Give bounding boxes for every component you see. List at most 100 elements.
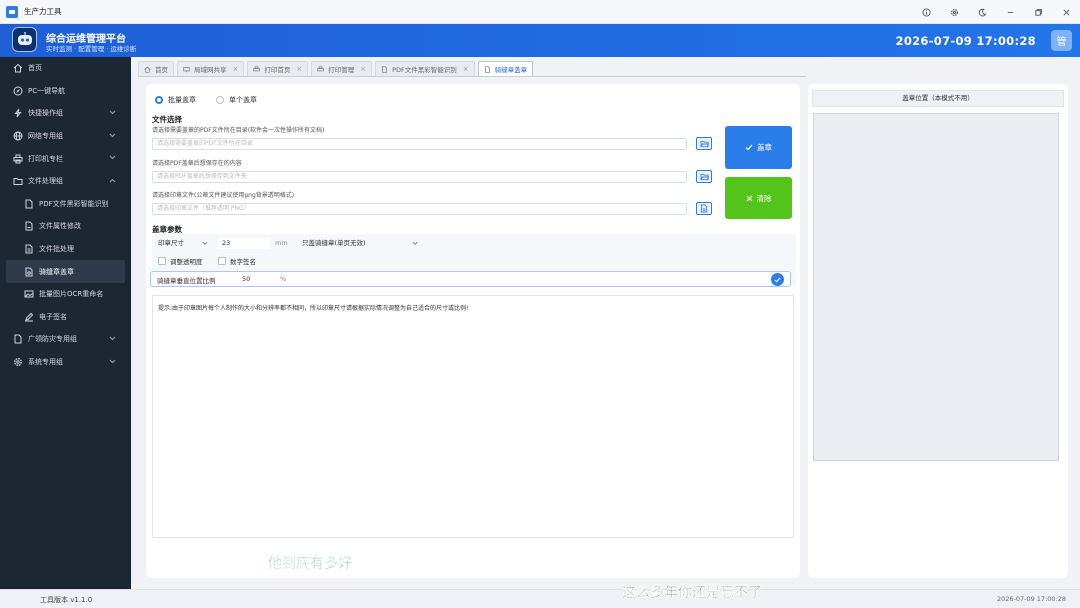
x-icon	[746, 195, 752, 201]
stamp-button[interactable]: 盖章	[725, 126, 792, 169]
stamp-size-select-label: 印章尺寸	[158, 239, 184, 247]
clear-button-label: 清除	[756, 193, 772, 203]
vertical-ratio-row: 骑缝章垂直位置比例 50 %	[150, 271, 791, 287]
sidebar-item-label: 文件属性修改	[39, 222, 81, 231]
globe-icon	[13, 131, 23, 141]
pdf-dir-browse-button[interactable]	[696, 137, 712, 150]
sidebar-item-label: PDF文件黑彩智能识别	[39, 199, 109, 208]
tab-lan-share[interactable]: 局域网共享 ×	[177, 61, 245, 76]
confirm-check-icon[interactable]	[771, 273, 784, 286]
settings-icon[interactable]	[940, 0, 968, 24]
window-title: 生产力工具	[24, 7, 62, 16]
stamp-size-input[interactable]: 23	[218, 238, 270, 249]
sidebar-item-label: 文件处理组	[28, 177, 63, 186]
sidebar-item-printer[interactable]: 打印机专栏	[0, 147, 131, 170]
clear-button[interactable]: 清除	[725, 177, 792, 219]
save-dir-browse-button[interactable]	[696, 170, 712, 183]
close-icon[interactable]: ×	[360, 65, 366, 73]
image-icon	[24, 290, 34, 298]
stamp-file-input[interactable]: 请选择印章文件（推荐透明 PNG）	[152, 203, 687, 215]
printer-icon	[253, 65, 261, 71]
sidebar-item-label: 快捷操作组	[28, 109, 63, 118]
app-header: 综合运维管理平台 实时监测 · 配置管理 · 运维诊断 2026-07-09 1…	[0, 24, 1080, 57]
sidebar-item-system[interactable]: 系统专用组	[0, 351, 131, 374]
tab-print-home[interactable]: 打印首页 ×	[247, 61, 309, 76]
digital-sign-checkbox[interactable]: 数字签名	[218, 256, 256, 266]
sidebar-item-e-signature[interactable]: 电子签名	[0, 306, 131, 329]
tab-bar: 首页 局域网共享 × 打印首页 × 打印管理 × PDF文件黑彩智能识别 × 骑…	[138, 61, 536, 77]
video-caption-2: 这么多年你还是忘不了	[622, 585, 762, 601]
sidebar-item-quick-ops[interactable]: 快捷操作组	[0, 102, 131, 125]
save-dir-input[interactable]: 请选择PDF盖章后想保存到文件夹	[152, 171, 687, 183]
header-clock: 2026-07-09 17:00:28	[895, 34, 1036, 48]
transparency-checkbox[interactable]: 调整透明度	[158, 256, 203, 266]
chevron-down-icon	[109, 359, 116, 363]
sidebar-item-pc-nav[interactable]: PC一键导航	[0, 80, 131, 103]
file-icon	[382, 65, 388, 73]
app-subtitle: 实时监测 · 配置管理 · 运维诊断	[46, 45, 137, 53]
stamp-file-label: 请选择印章文件(公章文件建议使用png背景透明格式)	[152, 192, 295, 199]
network-icon	[183, 66, 190, 72]
radio-unchecked-icon	[216, 96, 224, 104]
file-icon	[700, 204, 708, 213]
sidebar-item-label: 打印机专栏	[28, 154, 63, 163]
pen-icon	[25, 312, 34, 322]
tab-pdf-color-detect[interactable]: PDF文件黑彩智能识别 ×	[375, 61, 475, 76]
single-mode-label: 单个盖章	[229, 96, 257, 104]
tab-label: PDF文件黑彩智能识别	[392, 66, 457, 74]
user-avatar[interactable]: 管	[1051, 30, 1072, 51]
info-icon[interactable]	[912, 0, 940, 24]
sidebar-item-disaster-prevention[interactable]: 广领防灾专用组	[0, 328, 131, 351]
tip-textarea[interactable]: 提示:由于印章图片每个人制作的大小和分辨率都不相同，所以印章尺寸请根据实际情况调…	[152, 295, 794, 538]
close-icon[interactable]: ×	[233, 65, 239, 73]
file-edit-icon	[25, 221, 33, 231]
sidebar-item-image-ocr-rename[interactable]: 批量图片OCR重命名	[0, 283, 131, 306]
compass-icon	[13, 86, 23, 96]
close-icon[interactable]: ×	[463, 65, 469, 73]
maximize-icon[interactable]	[1024, 0, 1052, 24]
tab-label: 骑缝章盖章	[494, 66, 528, 74]
tab-divider	[138, 76, 806, 77]
chevron-down-icon	[412, 241, 418, 245]
sidebar-item-label: PC一键导航	[28, 86, 66, 95]
tab-label: 局域网共享	[194, 66, 227, 74]
version-label: 工具版本 v1.1.0	[40, 596, 93, 604]
sidebar-item-network[interactable]: 网络专用组	[0, 125, 131, 148]
file-icon	[25, 199, 33, 209]
checkbox-unchecked-icon	[158, 257, 166, 265]
folder-icon	[13, 178, 23, 186]
stamp-size-unit: mm	[275, 239, 288, 247]
sidebar-item-label: 首页	[28, 64, 42, 73]
sidebar-item-seam-stamp[interactable]: 骑缝章盖章	[6, 260, 125, 283]
pdf-dir-input[interactable]: 请选择需要盖章的PDF文件所在目录	[152, 138, 687, 150]
stamp-mode-select[interactable]: 只盖骑缝章(单页无效)	[302, 238, 418, 249]
close-icon[interactable]	[1052, 0, 1080, 24]
close-icon[interactable]: ×	[296, 65, 302, 73]
sidebar-item-home[interactable]: 首页	[0, 57, 131, 80]
sidebar-item-file-processing[interactable]: 文件处理组	[0, 170, 131, 193]
minimize-icon[interactable]	[996, 0, 1024, 24]
stamp-file-browse-button[interactable]	[696, 202, 712, 215]
ratio-input[interactable]: 50	[239, 274, 273, 284]
app-icon	[6, 5, 18, 18]
stamp-size-select[interactable]: 印章尺寸	[158, 238, 208, 249]
single-mode-radio[interactable]: 单个盖章	[216, 95, 257, 105]
stamp-file-icon	[25, 267, 33, 277]
sidebar-item-label: 批量图片OCR重命名	[39, 290, 104, 299]
lightning-icon	[14, 109, 22, 118]
batch-mode-radio[interactable]: 批量盖章	[155, 95, 196, 105]
tab-home[interactable]: 首页	[138, 61, 174, 76]
sidebar-item-pdf-color-detect[interactable]: PDF文件黑彩智能识别	[0, 193, 131, 216]
printer-icon	[317, 65, 324, 71]
digital-sign-label: 数字签名	[230, 258, 256, 266]
chevron-up-icon	[109, 178, 116, 183]
theme-moon-icon[interactable]	[968, 0, 996, 24]
home-icon	[144, 66, 151, 73]
tab-print-manage[interactable]: 打印管理 ×	[311, 61, 373, 76]
footer-clock: 2026-07-09 17:00:28	[996, 595, 1066, 603]
radio-checked-icon	[155, 96, 163, 104]
batch-mode-label: 批量盖章	[168, 96, 196, 104]
sidebar-item-file-attributes[interactable]: 文件属性修改	[0, 215, 131, 238]
tab-seam-stamp[interactable]: 骑缝章盖章	[477, 61, 534, 76]
sidebar-item-file-batch[interactable]: 文件批处理	[0, 238, 131, 261]
